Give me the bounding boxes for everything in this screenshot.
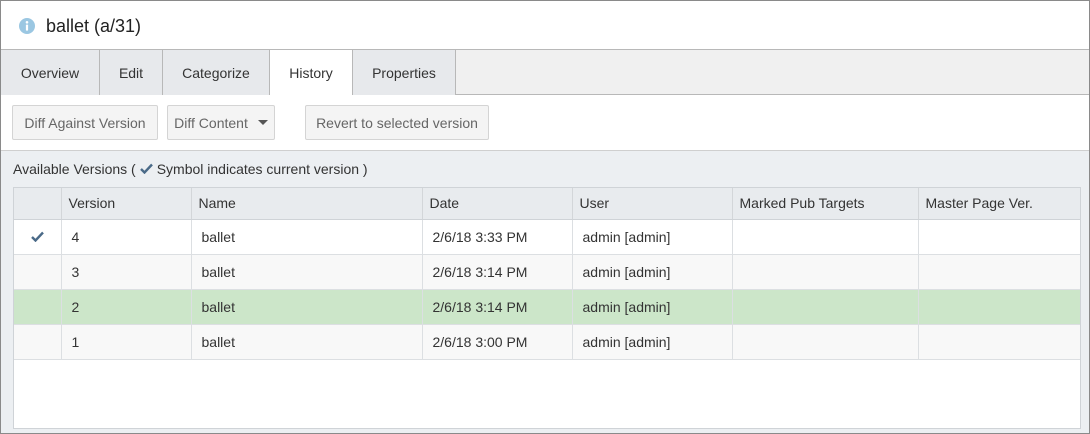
name-cell: ballet <box>191 219 423 255</box>
pub-targets-cell <box>732 289 919 325</box>
current-version-cell <box>14 324 62 360</box>
title-bar: ballet (a/31) <box>1 1 1089 49</box>
info-icon <box>19 18 35 34</box>
tab-edit[interactable]: Edit <box>100 50 163 95</box>
page-title: ballet (a/31) <box>46 16 142 36</box>
table-row[interactable]: 3 ballet 2/6/18 3:14 PM admin [admin] <box>14 254 1080 290</box>
user-cell: admin [admin] <box>572 289 733 325</box>
column-header-name[interactable]: Name <box>191 188 423 220</box>
versions-table: Version Name Date User Marked Pub Target… <box>13 187 1081 429</box>
current-version-cell <box>14 254 62 290</box>
tab-categorize[interactable]: Categorize <box>163 50 270 95</box>
column-header-current <box>14 188 62 220</box>
pub-targets-cell <box>732 219 919 255</box>
check-icon <box>139 161 153 177</box>
pub-targets-cell <box>732 324 919 360</box>
column-header-date[interactable]: Date <box>422 188 573 220</box>
date-cell: 2/6/18 3:33 PM <box>422 219 573 255</box>
version-cell: 4 <box>61 219 192 255</box>
date-cell: 2/6/18 3:14 PM <box>422 289 573 325</box>
tab-history[interactable]: History <box>269 50 353 96</box>
pub-targets-cell <box>732 254 919 290</box>
table-row[interactable]: 1 ballet 2/6/18 3:00 PM admin [admin] <box>14 324 1080 360</box>
name-cell: ballet <box>191 289 423 325</box>
column-header-user[interactable]: User <box>572 188 733 220</box>
version-cell: 3 <box>61 254 192 290</box>
current-version-check-icon <box>30 231 44 242</box>
available-versions-label: Available Versions ( Symbol indicates cu… <box>13 161 368 177</box>
history-dialog: ballet (a/31) Overview Edit Categorize H… <box>0 0 1090 434</box>
caret-down-icon <box>257 120 268 125</box>
name-cell: ballet <box>191 324 423 360</box>
diff-against-version-button[interactable]: Diff Against Version <box>12 105 158 140</box>
user-cell: admin [admin] <box>572 254 733 290</box>
toolbar: Diff Against Version Diff Content Revert… <box>1 95 1089 151</box>
version-cell: 1 <box>61 324 192 360</box>
date-cell: 2/6/18 3:14 PM <box>422 254 573 290</box>
tab-overview[interactable]: Overview <box>1 50 100 95</box>
available-versions-prefix: Available Versions ( <box>13 161 136 177</box>
name-cell: ballet <box>191 254 423 290</box>
table-row[interactable]: 4 ballet 2/6/18 3:33 PM admin [admin] <box>14 219 1080 255</box>
column-header-master-page-ver[interactable]: Master Page Ver. <box>918 188 1080 220</box>
diff-content-dropdown[interactable]: Diff Content <box>167 105 275 140</box>
date-cell: 2/6/18 3:00 PM <box>422 324 573 360</box>
tab-bar: Overview Edit Categorize History Propert… <box>1 49 1089 96</box>
current-version-cell <box>14 289 62 325</box>
diff-content-label: Diff Content <box>174 114 248 131</box>
table-row-selected[interactable]: 2 ballet 2/6/18 3:14 PM admin [admin] <box>14 289 1080 325</box>
master-page-ver-cell <box>918 324 1080 360</box>
revert-button[interactable]: Revert to selected version <box>305 105 489 140</box>
user-cell: admin [admin] <box>572 324 733 360</box>
diff-against-version-label: Diff Against Version <box>24 114 146 131</box>
history-content: Available Versions ( Symbol indicates cu… <box>1 151 1089 433</box>
current-version-cell <box>14 219 62 255</box>
column-header-pub-targets[interactable]: Marked Pub Targets <box>732 188 919 220</box>
table-header: Version Name Date User Marked Pub Target… <box>14 188 1080 220</box>
version-cell: 2 <box>61 289 192 325</box>
column-header-version[interactable]: Version <box>61 188 192 220</box>
revert-label: Revert to selected version <box>316 114 478 131</box>
master-page-ver-cell <box>918 254 1080 290</box>
user-cell: admin [admin] <box>572 219 733 255</box>
tab-properties[interactable]: Properties <box>353 50 456 95</box>
available-versions-suffix: Symbol indicates current version ) <box>156 161 368 177</box>
master-page-ver-cell <box>918 219 1080 255</box>
master-page-ver-cell <box>918 289 1080 325</box>
